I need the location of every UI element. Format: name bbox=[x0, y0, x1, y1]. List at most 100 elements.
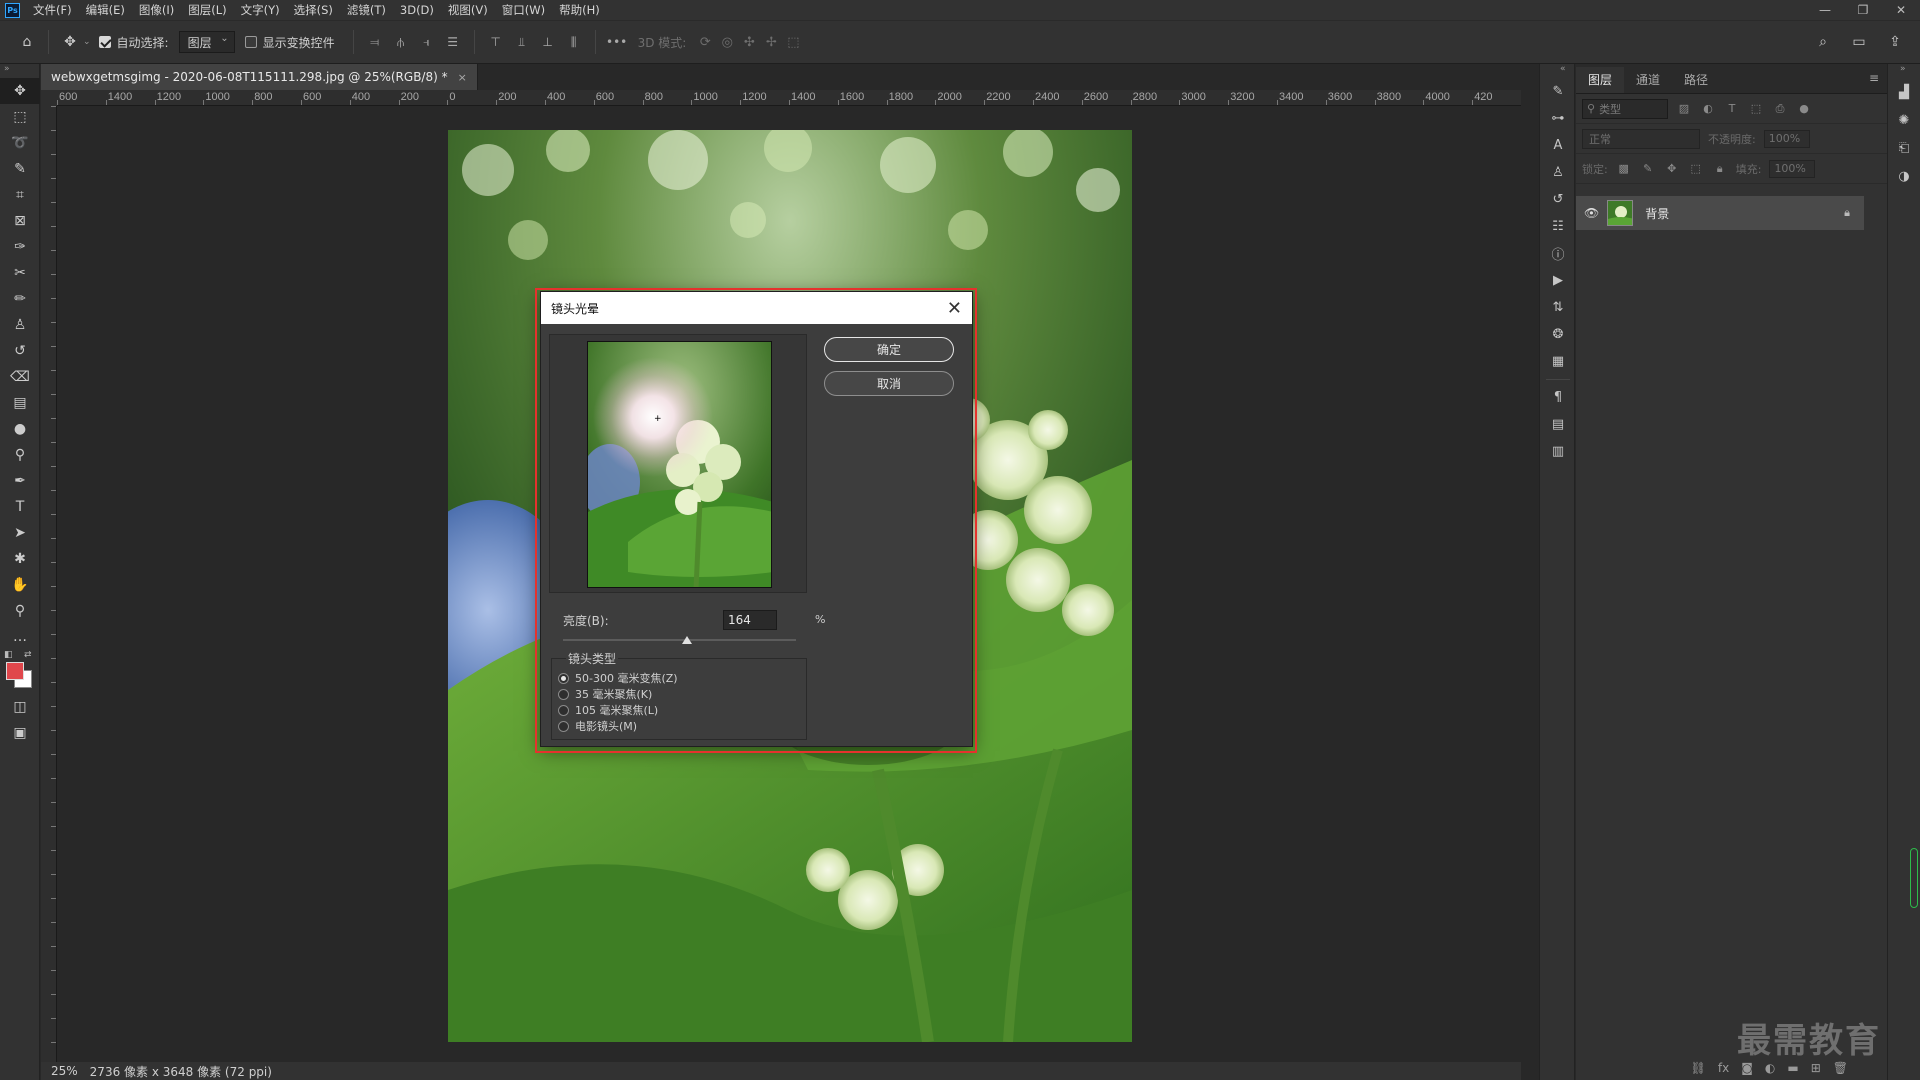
brightness-slider-thumb[interactable] bbox=[681, 636, 692, 644]
auto-select-target-dropdown[interactable]: 图层 bbox=[178, 31, 235, 53]
more-options-button[interactable]: ••• bbox=[606, 31, 628, 53]
menu-type[interactable]: 文字(Y) bbox=[234, 0, 287, 20]
document-size-info[interactable]: 2736 像素 x 3648 像素 (72 ppi) bbox=[90, 1063, 272, 1080]
lasso-tool-icon[interactable]: ➰ bbox=[0, 130, 40, 156]
lock-transparent-icon[interactable]: ▩ bbox=[1616, 162, 1632, 175]
delete-layer-icon[interactable]: 🗑︎ bbox=[1833, 1061, 1848, 1075]
edit-toolbar-icon[interactable]: … bbox=[0, 624, 40, 650]
path-selection-tool-icon[interactable]: ➤ bbox=[0, 520, 40, 546]
distribute-horizontal-icon[interactable]: ⫼ bbox=[563, 31, 585, 53]
menu-edit[interactable]: 编辑(E) bbox=[79, 0, 132, 20]
gradient-tool-icon[interactable]: ▤ bbox=[0, 390, 40, 416]
libraries-icon[interactable]: ⎗ bbox=[1888, 134, 1920, 162]
type-tool-icon[interactable]: T bbox=[0, 494, 40, 520]
menu-3d[interactable]: 3D(D) bbox=[393, 0, 441, 20]
show-transform-checkbox[interactable]: 显示变换控件 bbox=[244, 34, 335, 51]
eyedropper-tool-icon[interactable]: ✑ bbox=[0, 234, 40, 260]
workspace-icon[interactable]: ▭ bbox=[1846, 29, 1872, 55]
tab-channels[interactable]: 通道 bbox=[1624, 67, 1672, 93]
move-tool-icon[interactable]: ✥ bbox=[0, 78, 40, 104]
lens-radio[interactable] bbox=[558, 672, 569, 684]
lock-image-icon[interactable]: ✎ bbox=[1640, 162, 1656, 175]
collapse-toolbar-icon[interactable]: » bbox=[0, 64, 39, 78]
foreground-color-swatch[interactable] bbox=[6, 662, 24, 680]
layer-filter-dropdown[interactable]: ⚲ 类型 bbox=[1582, 98, 1668, 119]
filter-shape-icon[interactable]: ⬚ bbox=[1748, 102, 1764, 115]
align-horizontal-center-icon[interactable]: ⫛ bbox=[390, 31, 412, 53]
new-group-icon[interactable]: ▬ bbox=[1787, 1061, 1798, 1075]
link-layers-icon[interactable]: ⛓ bbox=[1691, 1061, 1706, 1075]
new-layer-icon[interactable]: ⊞ bbox=[1811, 1061, 1821, 1075]
history-icon[interactable]: ↺ bbox=[1540, 186, 1576, 213]
search-icon[interactable]: ⌕ bbox=[1810, 29, 1836, 55]
lens-option-35[interactable]: 35 毫米聚焦(K) bbox=[558, 686, 652, 702]
layer-comps-icon[interactable]: ⇅ bbox=[1540, 294, 1576, 321]
blend-mode-dropdown[interactable]: 正常 bbox=[1582, 128, 1700, 149]
notes-icon[interactable]: ▥ bbox=[1540, 438, 1576, 465]
restore-button[interactable]: ❐ bbox=[1844, 3, 1882, 17]
ok-button[interactable]: 确定 bbox=[824, 337, 954, 362]
filter-smart-object-icon[interactable]: ⎙ bbox=[1772, 102, 1788, 116]
align-right-icon[interactable]: ⫣ bbox=[416, 31, 438, 53]
character-icon[interactable]: A bbox=[1540, 132, 1576, 159]
hand-tool-icon[interactable]: ✋ bbox=[0, 572, 40, 598]
lens-option-105[interactable]: 105 毫米聚焦(L) bbox=[558, 702, 658, 718]
align-vertical-distribute-icon[interactable]: ☰ bbox=[442, 31, 464, 53]
zoom-level[interactable]: 25% bbox=[51, 1064, 78, 1078]
panel-menu-icon[interactable]: ≡ bbox=[1869, 71, 1879, 85]
align-top-icon[interactable]: ⊤ bbox=[485, 31, 507, 53]
screen-mode-icon[interactable]: ▣ bbox=[0, 720, 40, 746]
lens-radio[interactable] bbox=[558, 704, 569, 716]
quick-mask-icon[interactable]: ◫ bbox=[0, 694, 40, 720]
3d-icon[interactable]: ❂ bbox=[1540, 321, 1576, 348]
filter-type-icon[interactable]: T bbox=[1724, 102, 1740, 115]
fill-input[interactable]: 100% bbox=[1769, 159, 1816, 178]
table-icon[interactable]: ▦ bbox=[1540, 348, 1576, 375]
layer-style-icon[interactable]: fx bbox=[1718, 1061, 1729, 1075]
menu-view[interactable]: 视图(V) bbox=[441, 0, 495, 20]
clone-stamp-tool-icon[interactable]: ♙ bbox=[0, 312, 40, 338]
paragraph-styles-icon[interactable]: ▤ bbox=[1540, 411, 1576, 438]
move-tool-preset-icon[interactable]: ✥ bbox=[57, 29, 83, 55]
vertical-ruler[interactable] bbox=[41, 106, 57, 1062]
minimize-button[interactable]: — bbox=[1806, 3, 1844, 17]
swap-colors-icon[interactable]: ⇄ bbox=[24, 650, 32, 660]
opacity-input[interactable]: 100% bbox=[1763, 129, 1810, 148]
adjustments-icon[interactable]: ⊶ bbox=[1540, 105, 1576, 132]
add-mask-icon[interactable]: ◙ bbox=[1741, 1061, 1753, 1075]
new-adjustment-layer-icon[interactable]: ◐ bbox=[1765, 1061, 1775, 1075]
align-left-icon[interactable]: ⫤ bbox=[364, 31, 386, 53]
align-vertical-center-icon[interactable]: ⫫ bbox=[511, 31, 533, 53]
quick-select-tool-icon[interactable]: ✎ bbox=[0, 156, 40, 182]
menu-help[interactable]: 帮助(H) bbox=[552, 0, 607, 20]
clone-source-icon[interactable]: ♙ bbox=[1540, 159, 1576, 186]
close-tab-icon[interactable]: × bbox=[458, 71, 467, 84]
menu-window[interactable]: 窗口(W) bbox=[495, 0, 552, 20]
custom-shape-tool-icon[interactable]: ✱ bbox=[0, 546, 40, 572]
collapse-panels-icon[interactable]: » bbox=[1888, 64, 1920, 78]
tab-paths[interactable]: 路径 bbox=[1672, 67, 1720, 93]
auto-select-checkbox[interactable]: 自动选择: bbox=[98, 34, 169, 51]
filter-pixel-icon[interactable]: ▨ bbox=[1676, 102, 1692, 115]
blur-tool-icon[interactable]: ● bbox=[0, 416, 40, 442]
eraser-tool-icon[interactable]: ⌫ bbox=[0, 364, 40, 390]
filter-adjustment-icon[interactable]: ◐ bbox=[1700, 102, 1716, 115]
flare-preview[interactable]: + bbox=[587, 341, 772, 588]
dodge-tool-icon[interactable]: ⚲ bbox=[0, 442, 40, 468]
brightness-input[interactable]: 164 bbox=[723, 610, 777, 630]
history-brush-tool-icon[interactable]: ↺ bbox=[0, 338, 40, 364]
horizontal-ruler[interactable]: 600 1400 1200 1000 800 600 400 200 0 200 400 600 800… bbox=[57, 90, 1521, 106]
lens-option-50-300[interactable]: 50-300 毫米变焦(Z) bbox=[558, 670, 678, 686]
layer-name[interactable]: 背景 bbox=[1645, 205, 1669, 222]
lens-radio[interactable] bbox=[558, 720, 569, 732]
brush-settings-icon[interactable]: ✎ bbox=[1540, 78, 1576, 105]
menu-select[interactable]: 选择(S) bbox=[287, 0, 340, 20]
zoom-tool-icon[interactable]: ⚲ bbox=[0, 598, 40, 624]
default-colors-icon[interactable]: ◧ bbox=[4, 650, 13, 660]
close-window-button[interactable]: ✕ bbox=[1882, 3, 1920, 17]
menu-filter[interactable]: 滤镜(T) bbox=[340, 0, 393, 20]
dialog-titlebar[interactable]: 镜头光晕 ✕ bbox=[541, 292, 972, 324]
crop-tool-icon[interactable]: ⌗ bbox=[0, 182, 40, 208]
healing-brush-tool-icon[interactable]: ✂ bbox=[0, 260, 40, 286]
brightness-slider[interactable] bbox=[563, 636, 796, 644]
